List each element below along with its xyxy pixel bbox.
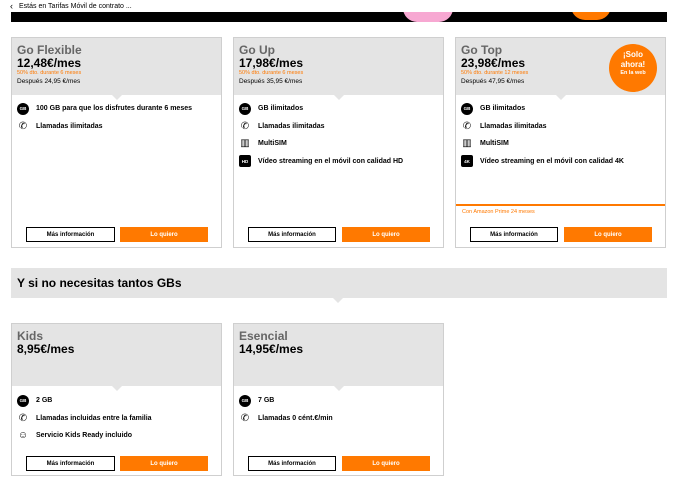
lo-quiero-button[interactable]: Lo quiero [120,227,208,242]
more-info-button[interactable]: Más información [26,227,115,242]
phone-icon: ✆ [18,412,28,424]
phone-icon: ✆ [462,120,472,132]
feature-text: Llamadas ilimitadas [36,122,103,130]
plan-card-go-up: Go Up 17,98€/mes 50% dto. durante 6 mese… [233,37,444,248]
plan-header: Kids 8,95€/mes [12,324,221,391]
badge-line: ¡Solo [623,50,643,59]
plan-card-go-flexible: Go Flexible 12,48€/mes 50% dto. durante … [11,37,222,248]
plan-promo: 50% dto. durante 6 meses [239,70,304,76]
decorative-shape [403,12,453,22]
feature-item: GB 2 GB [17,392,216,410]
feature-item: ✆ Llamadas ilimitadas [17,118,216,136]
breadcrumb[interactable]: ‹ Estás en Tarifas Móvil de contrato ... [0,0,699,12]
feature-item: ✆ Llamadas ilimitadas [239,118,438,136]
feature-list: GB GB ilimitados ✆ Llamadas ilimitadas ▥… [234,95,443,170]
feature-text: 100 GB para que los disfrutes durante 6 … [36,105,193,113]
feature-text: Servicio Kids Ready incluido [36,432,133,440]
gb-icon: GB [17,394,29,407]
chevron-left-icon[interactable]: ‹ [10,1,13,11]
feature-list: GB 100 GB para que los disfrutes durante… [12,95,221,135]
amazon-prime-note: Con Amazon Prime 24 meses [462,209,535,215]
feature-text: Llamadas ilimitadas [258,122,325,130]
plan-price: 8,95€/mes [17,342,75,356]
feature-item: GB 7 GB [239,392,438,410]
feature-text: Llamadas 0 cént.€/min [258,414,333,422]
more-info-button[interactable]: Más información [248,456,336,471]
plan-name: Go Flexible [17,43,82,57]
lo-quiero-button[interactable]: Lo quiero [564,227,652,242]
feature-text: MultiSIM [480,140,509,148]
plan-name: Go Up [239,43,275,57]
plan-after-price: Después 24,95 €/mes [17,78,81,85]
plan-price: 12,48€/mes [17,56,82,70]
feature-item: GB 100 GB para que los disfrutes durante… [17,100,216,118]
more-info-button[interactable]: Más información [26,456,115,471]
feature-text: 2 GB [36,397,53,405]
feature-item: GB GB ilimitados [239,100,438,118]
phone-icon: ✆ [18,120,28,132]
feature-item: 4K Vídeo streaming en el móvil con calid… [461,153,660,171]
feature-text: 7 GB [258,397,275,405]
feature-item: ▥ MultiSIM [239,135,438,153]
plan-name: Kids [17,329,44,343]
plan-after-price: Después 35,95 €/mes [239,78,303,85]
lo-quiero-button[interactable]: Lo quiero [120,456,208,471]
feature-text: GB ilimitados [258,105,304,113]
plan-header: Esencial 14,95€/mes [234,324,443,391]
badge-line: En la web [620,70,646,76]
feature-text: Vídeo streaming en el móvil con calidad … [480,157,624,165]
breadcrumb-label: Estás en Tarifas Móvil de contrato ... [19,2,132,10]
feature-item: HD Vídeo streaming en el móvil con calid… [239,153,438,171]
feature-item: ☺ Servicio Kids Ready incluido [17,427,216,445]
4k-icon: 4K [461,155,473,168]
section-header: Y si no necesitas tantos GBs [11,268,667,303]
feature-text: Vídeo streaming en el móvil con calidad … [258,157,404,165]
hd-icon: HD [239,155,251,168]
more-info-button[interactable]: Más información [470,227,558,242]
lo-quiero-button[interactable]: Lo quiero [342,227,430,242]
feature-list: GB GB ilimitados ✆ Llamadas ilimitadas ▥… [456,95,665,170]
section-title: Y si no necesitas tantos GBs [17,276,182,290]
feature-text: MultiSIM [258,140,287,148]
plan-name: Esencial [239,329,288,343]
prime-divider [456,204,665,206]
plan-price: 14,95€/mes [239,342,304,356]
gb-icon: GB [17,102,29,115]
feature-item: ▥ MultiSIM [461,135,660,153]
promo-badge: ¡Solo ahora! En la web [609,44,657,92]
decorative-shape [571,12,611,20]
hero-banner [11,12,667,22]
phone-icon: ✆ [240,120,250,132]
sim-icon: ▥ [240,138,250,150]
plan-price: 17,98€/mes [239,56,304,70]
feature-item: ✆ Llamadas 0 cént.€/min [239,410,438,428]
plan-promo: 50% dto. durante 6 meses [17,70,82,76]
feature-text: GB ilimitados [480,105,526,113]
gb-icon: GB [461,102,473,115]
plan-card-kids: Kids 8,95€/mes GB 2 GB ✆ Llamadas inclui… [11,323,222,476]
plan-card-esencial: Esencial 14,95€/mes GB 7 GB ✆ Llamadas 0… [233,323,444,476]
feature-list: GB 7 GB ✆ Llamadas 0 cént.€/min [234,386,443,427]
plan-header: Go Up 17,98€/mes 50% dto. durante 6 mese… [234,38,443,100]
feature-item: GB GB ilimitados [461,100,660,118]
feature-text: Llamadas incluidas entre la familia [36,414,152,422]
more-info-button[interactable]: Más información [248,227,336,242]
feature-text: Llamadas ilimitadas [480,122,547,130]
plan-header: Go Flexible 12,48€/mes 50% dto. durante … [12,38,221,100]
feature-item: ✆ Llamadas ilimitadas [461,118,660,136]
lo-quiero-button[interactable]: Lo quiero [342,456,430,471]
kids-ready-icon: ☺ [17,430,29,442]
gb-icon: GB [239,394,251,407]
feature-item: ✆ Llamadas incluidas entre la familia [17,410,216,428]
phone-icon: ✆ [240,412,250,424]
badge-line: ahora! [620,60,646,69]
sim-icon: ▥ [462,138,472,150]
feature-list: GB 2 GB ✆ Llamadas incluidas entre la fa… [12,386,221,445]
gb-icon: GB [239,102,251,115]
